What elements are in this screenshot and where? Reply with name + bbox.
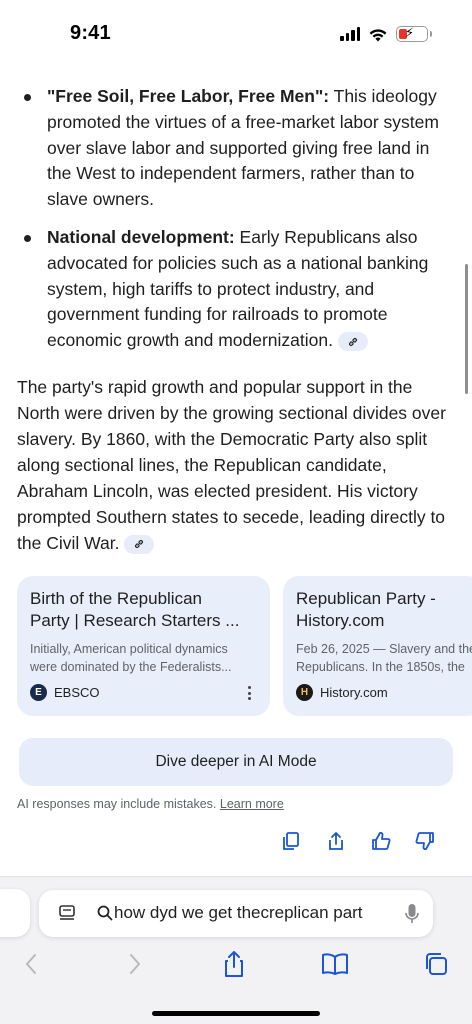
copy-icon[interactable]	[280, 830, 304, 854]
link-icon	[349, 337, 357, 346]
source-name: EBSCO	[54, 685, 100, 700]
wifi-icon	[369, 28, 387, 41]
page-menu-icon[interactable]	[57, 903, 77, 923]
card-source: E EBSCO	[30, 684, 100, 701]
card-snippet: Initially, American political dynamics w…	[30, 642, 232, 674]
previous-tab-preview[interactable]	[0, 889, 30, 937]
summary-paragraph: The party's rapid growth and popular sup…	[17, 377, 446, 554]
source-name: History.com	[320, 685, 388, 700]
link-icon	[135, 540, 144, 549]
learn-more-link[interactable]: Learn more	[220, 797, 284, 811]
navigation-row	[0, 949, 472, 983]
scroll-indicator[interactable]	[465, 264, 468, 394]
source-card-history[interactable]: Republican Party - History.com Feb 26, 2…	[283, 576, 472, 716]
battery-icon: ⚡	[396, 25, 432, 42]
citation-link-chip[interactable]	[124, 534, 155, 554]
thumbs-up-icon[interactable]	[370, 830, 394, 854]
share-icon[interactable]	[219, 949, 249, 979]
forward-icon[interactable]	[120, 949, 150, 979]
feedback-row	[0, 830, 472, 856]
ai-disclaimer: AI responses may include mistakes. Learn…	[17, 797, 284, 811]
source-card-ebsco[interactable]: Birth of the Republican Party | Research…	[17, 576, 270, 716]
bookmarks-icon[interactable]	[320, 949, 350, 979]
card-title: Birth of the Republican Party | Research…	[30, 589, 240, 630]
thumbs-down-icon[interactable]	[414, 830, 438, 854]
search-query-text[interactable]: how dyd we get thecreplican part	[114, 903, 386, 923]
bullet-heading: National development:	[47, 227, 235, 247]
citation-link-chip[interactable]	[338, 332, 368, 352]
history-favicon-icon: H	[296, 684, 313, 701]
ebsco-favicon-icon: E	[30, 684, 47, 701]
card-source: H History.com	[296, 684, 388, 701]
back-icon[interactable]	[16, 949, 46, 979]
dive-deeper-ai-mode-button[interactable]: Dive deeper in AI Mode	[19, 738, 453, 786]
microphone-icon[interactable]	[405, 902, 419, 926]
bullet-dot	[24, 94, 31, 101]
bullet-dot	[24, 235, 31, 242]
status-bar: 9:41 ⚡	[0, 0, 472, 62]
bullet-heading: "Free Soil, Free Labor, Free Men":	[47, 86, 330, 106]
tabs-icon[interactable]	[421, 949, 451, 979]
card-title: Republican Party - History.com	[296, 589, 436, 630]
browser-toolbar: how dyd we get thecreplican part	[0, 876, 472, 1024]
card-snippet: Feb 26, 2025 — Slavery and the Republica…	[296, 642, 472, 674]
address-bar[interactable]: how dyd we get thecreplican part	[39, 890, 433, 937]
share-icon[interactable]	[325, 830, 349, 854]
cellular-signal-icon	[340, 27, 360, 41]
search-icon	[97, 905, 113, 921]
status-time: 9:41	[70, 22, 111, 44]
status-icons: ⚡	[340, 25, 432, 42]
more-options-icon[interactable]	[244, 684, 254, 702]
home-indicator[interactable]	[152, 1011, 320, 1016]
